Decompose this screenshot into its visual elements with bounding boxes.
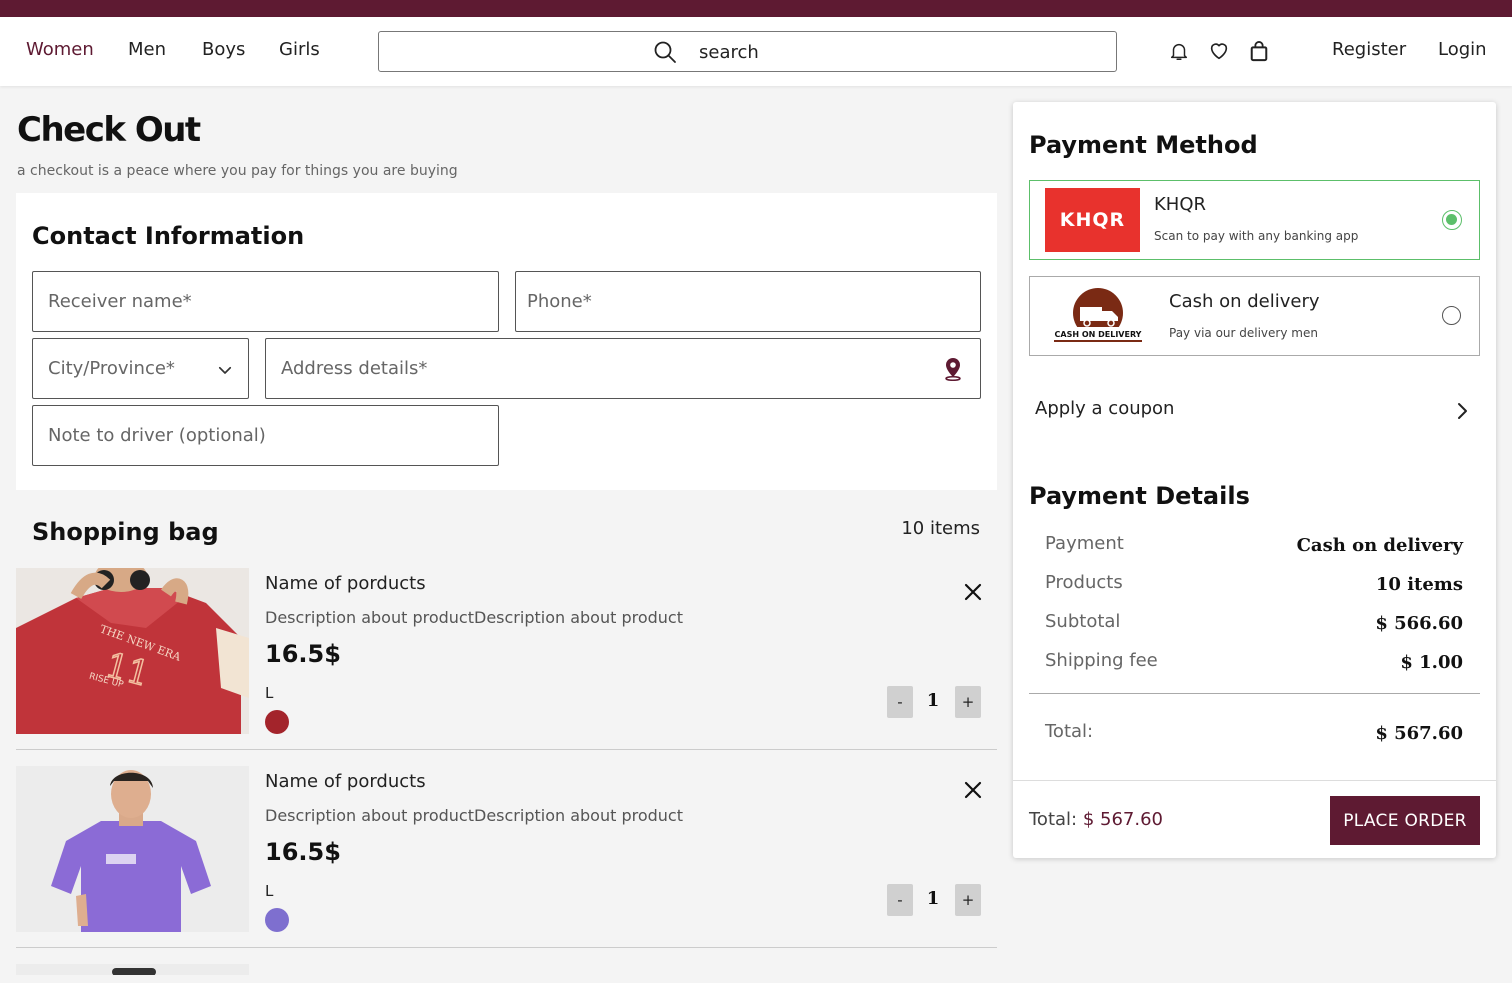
product-name[interactable]: Name of porducts — [265, 573, 426, 594]
search-input[interactable] — [699, 40, 1079, 64]
payment-option-name: Cash on delivery — [1169, 291, 1320, 312]
search-bar[interactable] — [378, 31, 1117, 72]
nav-link-boys[interactable]: Boys — [202, 39, 245, 60]
detail-row-total: Total: $ 567.60 — [1045, 721, 1463, 749]
page-title: Check Out — [17, 110, 201, 150]
detail-row-products: Products 10 items — [1045, 572, 1463, 600]
receiver-name-field[interactable] — [32, 271, 499, 332]
detail-row-shipping-fee: Shipping fee $ 1.00 — [1045, 650, 1463, 678]
product-price: 16.5$ — [265, 640, 341, 668]
quantity-increase-button[interactable]: + — [955, 686, 981, 718]
nav-link-girls[interactable]: Girls — [279, 39, 320, 60]
payment-option-cash-on-delivery[interactable]: CASH ON DELIVERY Cash on delivery Pay vi… — [1029, 276, 1480, 356]
cash-on-delivery-logo: CASH ON DELIVERY — [1054, 288, 1142, 342]
heart-icon[interactable] — [1208, 40, 1230, 62]
footer-total-value: $ 567.60 — [1082, 809, 1163, 830]
payment-method-title: Payment Method — [1029, 131, 1258, 159]
detail-label: Products — [1045, 572, 1123, 593]
top-accent-bar — [0, 0, 1512, 17]
detail-value: $ 1.00 — [1400, 652, 1463, 673]
city-province-placeholder: City/Province* — [48, 358, 175, 379]
product-color-swatch — [265, 908, 289, 932]
receiver-name-input[interactable] — [48, 272, 498, 331]
quantity-value: 1 — [926, 888, 940, 909]
contact-title: Contact Information — [32, 222, 305, 250]
product-description: Description about productDescription abo… — [265, 806, 683, 825]
footer-total-label: Total: — [1029, 809, 1078, 830]
detail-value: Cash on delivery — [1296, 535, 1463, 556]
city-province-select[interactable]: City/Province* — [32, 338, 249, 399]
contact-information-card: Contact Information City/Province* — [16, 193, 997, 490]
product-item: THE NEW ERA 11 RISE UP Name of porducts … — [16, 568, 997, 750]
total-value: $ 567.60 — [1375, 723, 1463, 744]
shopping-bag-count: 10 items — [901, 518, 980, 539]
detail-label: Subtotal — [1045, 611, 1121, 632]
remove-item-icon[interactable] — [961, 580, 985, 604]
login-link[interactable]: Login — [1438, 39, 1487, 60]
quantity-decrease-button[interactable]: - — [887, 686, 913, 718]
payment-option-khqr[interactable]: KHQR KHQR Scan to pay with any banking a… — [1029, 180, 1480, 260]
chevron-right-icon[interactable] — [1454, 401, 1470, 421]
khqr-logo: KHQR — [1045, 188, 1140, 252]
product-color-swatch — [265, 710, 289, 734]
product-image[interactable]: THE NEW ERA 11 RISE UP — [16, 568, 249, 734]
quantity-decrease-button[interactable]: - — [887, 884, 913, 916]
detail-label: Shipping fee — [1045, 650, 1158, 671]
remove-item-icon[interactable] — [961, 778, 985, 802]
total-label: Total: — [1045, 721, 1094, 742]
address-details-input[interactable] — [281, 339, 980, 398]
khqr-logo-text: KHQR — [1059, 209, 1126, 231]
product-price: 16.5$ — [265, 838, 341, 866]
nav-link-women[interactable]: Women — [26, 39, 94, 60]
shopping-bag-icon[interactable] — [1249, 40, 1269, 62]
quantity-value: 1 — [926, 690, 940, 711]
detail-value: 10 items — [1375, 574, 1463, 595]
cod-logo-text: CASH ON DELIVERY — [1055, 330, 1142, 339]
radio-unselected[interactable] — [1442, 306, 1461, 325]
site-header: Women Men Boys Girls Register Login — [0, 17, 1512, 86]
detail-value: $ 566.60 — [1375, 613, 1463, 634]
detail-row-payment: Payment Cash on delivery — [1045, 533, 1463, 561]
product-image[interactable] — [16, 766, 249, 932]
note-to-driver-field[interactable] — [32, 405, 499, 466]
address-details-field[interactable] — [265, 338, 981, 399]
shopping-bag-title: Shopping bag — [32, 518, 219, 546]
product-item: Name of porducts Description about produ… — [16, 766, 997, 948]
detail-row-subtotal: Subtotal $ 566.60 — [1045, 611, 1463, 639]
map-pin-icon[interactable] — [943, 357, 963, 381]
order-footer: Total: $ 567.60 PLACE ORDER — [1013, 780, 1496, 858]
product-name[interactable]: Name of porducts — [265, 771, 426, 792]
note-to-driver-input[interactable] — [48, 406, 498, 465]
place-order-button[interactable]: PLACE ORDER — [1330, 796, 1480, 845]
product-size: L — [265, 882, 274, 900]
chevron-down-icon — [218, 366, 232, 374]
payment-option-description: Scan to pay with any banking app — [1154, 229, 1359, 243]
footer-total: Total: $ 567.60 — [1029, 809, 1163, 830]
apply-coupon-link[interactable]: Apply a coupon — [1035, 398, 1174, 419]
nav-link-men[interactable]: Men — [128, 39, 166, 60]
details-divider — [1029, 693, 1480, 694]
phone-input[interactable] — [527, 272, 980, 331]
search-icon[interactable] — [653, 40, 677, 64]
product-description: Description about productDescription abo… — [265, 608, 683, 627]
product-size: L — [265, 684, 274, 702]
payment-panel: Payment Method KHQR KHQR Scan to pay wit… — [1013, 102, 1496, 858]
detail-label: Payment — [1045, 533, 1124, 554]
quantity-increase-button[interactable]: + — [955, 884, 981, 916]
phone-field[interactable] — [515, 271, 981, 332]
payment-option-name: KHQR — [1154, 194, 1207, 215]
bell-icon[interactable] — [1168, 40, 1190, 62]
payment-details-title: Payment Details — [1029, 482, 1250, 510]
radio-selected[interactable] — [1442, 210, 1462, 230]
register-link[interactable]: Register — [1332, 39, 1406, 60]
page-subtitle: a checkout is a peace where you pay for … — [17, 163, 458, 179]
product-image-partial — [16, 964, 249, 975]
payment-option-description: Pay via our delivery men — [1169, 326, 1318, 340]
